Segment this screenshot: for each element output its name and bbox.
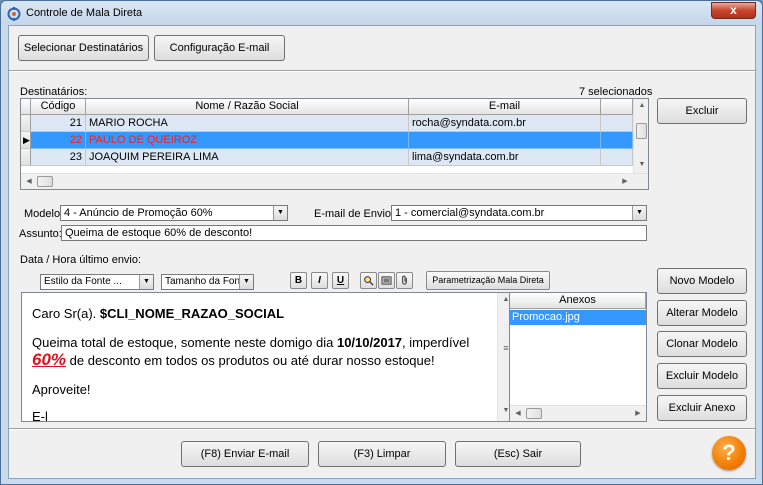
grid-vertical-scrollbar[interactable]: ▲ ▼	[633, 99, 648, 173]
attachment-item[interactable]: Promocao.jpg	[510, 310, 646, 325]
body-date: 10/10/2017	[336, 335, 403, 350]
column-header-email[interactable]: E-mail	[409, 99, 601, 115]
row-indicator	[21, 115, 31, 132]
scroll-thumb[interactable]	[526, 408, 542, 419]
recipients-grid[interactable]: Código Nome / Razão Social E-mail 21 MAR…	[20, 98, 649, 190]
cell-name: PAULO DE QUEIROZ	[86, 132, 409, 149]
send-email-select-value: 1 - comercial@syndata.com.br	[395, 207, 545, 219]
row-indicator-current: ▶	[21, 132, 31, 149]
current-row-arrow-icon: ▶	[23, 135, 30, 145]
attachments-horizontal-scrollbar[interactable]: ◀ ▶	[510, 405, 646, 421]
cell-code: 23	[31, 149, 86, 166]
body-text: Queima total de estoque, somente neste d…	[32, 335, 337, 350]
cell-email	[409, 132, 601, 149]
subject-label: Assunto:	[19, 228, 62, 240]
selected-count: 7 selecionados	[579, 86, 653, 98]
body-text: de desconto em todos os produtos ou até …	[66, 353, 435, 368]
client-area: Selecionar Destinatários Configuração E-…	[8, 25, 756, 479]
model-select-value: 4 - Anúncio de Promoção 60%	[64, 207, 213, 219]
closing-text: Aproveite!	[32, 382, 91, 397]
attach-icon[interactable]	[396, 272, 413, 289]
cell-name: MARIO ROCHA	[86, 115, 409, 132]
scroll-thumb[interactable]	[636, 123, 647, 139]
title-bar[interactable]: Controle de Mala Direta x	[1, 1, 762, 25]
delete-model-button[interactable]: Excluir Modelo	[657, 363, 747, 389]
divider	[9, 428, 755, 430]
cell-extra	[601, 132, 633, 149]
recipients-label: Destinatários:	[20, 86, 88, 98]
grid-corner	[21, 99, 31, 115]
highlight-percent: 60%	[32, 350, 67, 369]
send-email-label: E-mail de Envio:	[314, 208, 395, 220]
scroll-up-icon[interactable]: ▲	[634, 102, 648, 109]
table-row[interactable]: 21 MARIO ROCHA rocha@syndata.com.br	[21, 115, 633, 132]
attachments-header: Anexos	[510, 293, 646, 309]
app-icon	[7, 7, 21, 21]
clear-button[interactable]: (F3) Limpar	[318, 441, 446, 467]
chevron-down-icon[interactable]: ▼	[139, 275, 153, 289]
cell-code: 21	[31, 115, 86, 132]
column-header-code[interactable]: Código	[31, 99, 86, 115]
message-body[interactable]: Caro Sr(a). $CLI_NOME_RAZAO_SOCIAL Queim…	[32, 305, 500, 422]
grid-horizontal-scrollbar[interactable]: ◀ ▶	[21, 173, 648, 189]
close-button[interactable]: x	[711, 2, 756, 19]
window-title: Controle de Mala Direta	[26, 7, 143, 19]
main-window: Controle de Mala Direta x Selecionar Des…	[0, 0, 763, 485]
chevron-down-icon[interactable]: ▼	[632, 206, 646, 220]
cut-off-line: E-l	[32, 409, 48, 422]
greeting-text: Caro Sr(a).	[32, 306, 100, 321]
delete-recipient-button[interactable]: Excluir	[657, 98, 747, 124]
select-recipients-button[interactable]: Selecionar Destinatários	[18, 35, 149, 61]
chevron-down-icon[interactable]: ▼	[239, 275, 253, 289]
new-model-button[interactable]: Novo Modelo	[657, 268, 747, 294]
help-icon[interactable]: ?	[712, 436, 746, 470]
scroll-left-icon[interactable]: ◀	[510, 409, 526, 417]
chevron-down-icon[interactable]: ▼	[273, 206, 287, 220]
mail-merge-params-button[interactable]: Parametrização Mala Direta	[426, 271, 550, 290]
font-size-select[interactable]: Tamanho da Fonte... ▼	[161, 274, 254, 290]
cell-email: lima@syndata.com.br	[409, 149, 601, 166]
table-row-selected[interactable]: ▶ 22 PAULO DE QUEIROZ	[21, 132, 633, 149]
send-email-button[interactable]: (F8) Enviar E-mail	[181, 441, 309, 467]
divider	[9, 70, 755, 72]
scroll-right-icon[interactable]: ▶	[617, 177, 633, 185]
underline-button[interactable]: U	[332, 272, 349, 289]
image-icon[interactable]	[378, 272, 395, 289]
scroll-left-icon[interactable]: ◀	[21, 177, 37, 185]
scroll-thumb[interactable]	[37, 176, 53, 187]
cell-code: 22	[31, 132, 86, 149]
cell-extra	[601, 115, 633, 132]
send-email-select[interactable]: 1 - comercial@syndata.com.br ▼	[391, 205, 647, 221]
message-editor[interactable]: Caro Sr(a). $CLI_NOME_RAZAO_SOCIAL Queim…	[21, 292, 514, 422]
row-indicator	[21, 149, 31, 166]
email-config-button[interactable]: Configuração E-mail	[154, 35, 285, 61]
italic-button[interactable]: I	[311, 272, 328, 289]
column-header-name[interactable]: Nome / Razão Social	[86, 99, 409, 115]
cell-name: JOAQUIM PEREIRA LIMA	[86, 149, 409, 166]
column-header-extra	[601, 99, 633, 115]
model-select[interactable]: 4 - Anúncio de Promoção 60% ▼	[60, 205, 288, 221]
greeting-variable: $CLI_NOME_RAZAO_SOCIAL	[99, 306, 285, 321]
last-send-label: Data / Hora último envio:	[20, 254, 142, 266]
edit-model-button[interactable]: Alterar Modelo	[657, 300, 747, 326]
delete-attachment-button[interactable]: Excluir Anexo	[657, 395, 747, 421]
find-icon[interactable]	[360, 272, 377, 289]
scroll-right-icon[interactable]: ▶	[630, 409, 646, 417]
subject-input[interactable]: Queima de estoque 60% de desconto!	[61, 225, 647, 241]
font-style-select[interactable]: Estilo da Fonte ... ▼	[40, 274, 154, 290]
font-style-value: Estilo da Fonte ...	[44, 276, 122, 287]
body-text: , imperdível	[402, 335, 470, 350]
clone-model-button[interactable]: Clonar Modelo	[657, 331, 747, 357]
scroll-down-icon[interactable]: ▼	[634, 161, 648, 168]
exit-button[interactable]: (Esc) Sair	[455, 441, 581, 467]
cell-extra	[601, 149, 633, 166]
table-row[interactable]: 23 JOAQUIM PEREIRA LIMA lima@syndata.com…	[21, 149, 633, 166]
cell-email: rocha@syndata.com.br	[409, 115, 601, 132]
attachments-list[interactable]: Anexos Promocao.jpg ◀ ▶	[509, 292, 647, 422]
model-label: Modelo:	[24, 208, 64, 220]
bold-button[interactable]: B	[290, 272, 307, 289]
